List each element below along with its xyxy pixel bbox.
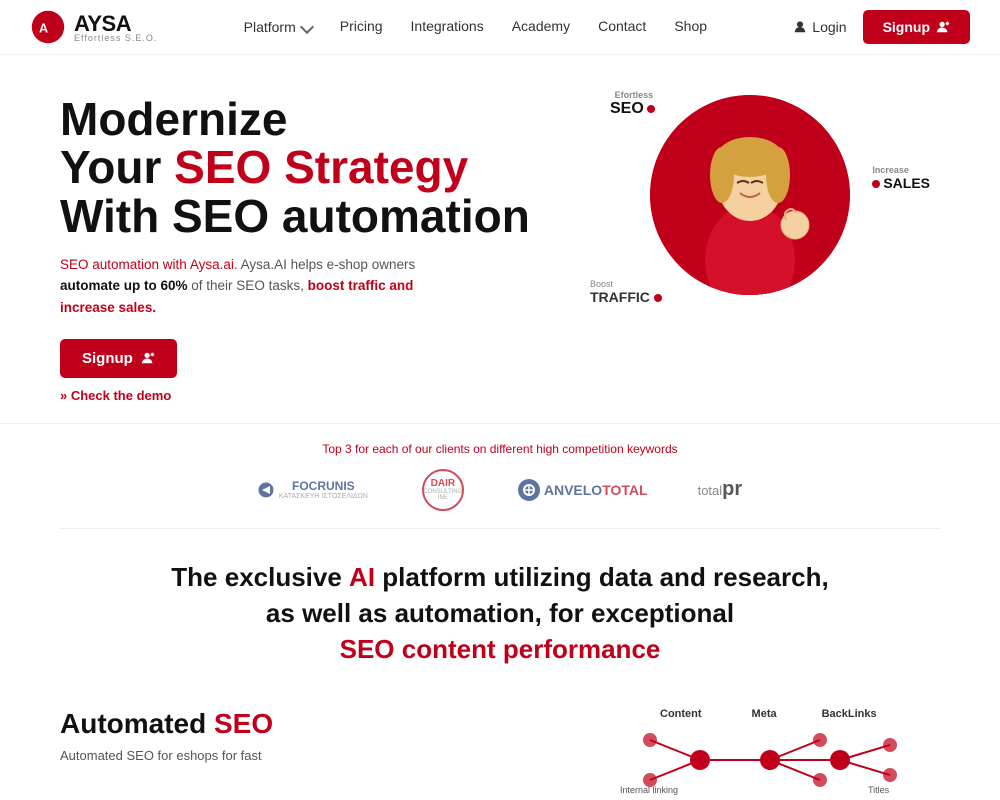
navbar: A AYSA Effortless S.E.O. Platform Pricin…: [0, 0, 1000, 55]
ai-seo-performance: SEO content performance: [340, 634, 661, 664]
diagram-label-backlinks: BackLinks: [822, 708, 877, 720]
login-link[interactable]: Login: [793, 19, 846, 35]
badge-traffic: Boost TRAFFIC: [590, 279, 665, 305]
hero-description: SEO automation with Aysa.ai. Aysa.AI hel…: [60, 254, 440, 319]
hero-desc-aysa-link[interactable]: Aysa.ai: [190, 257, 234, 272]
svg-text:A: A: [39, 21, 48, 35]
anvelo-total-text: TOTAL: [602, 482, 647, 498]
hero-right: Efortless SEO: [560, 85, 940, 335]
diagram-label-content: Content: [660, 708, 702, 720]
badge-seo: Efortless SEO: [610, 90, 658, 118]
badge-seo-value: SEO: [610, 100, 644, 117]
sales-dot: [872, 180, 880, 188]
logo-anvelototal: ANVELOTOTAL: [518, 479, 648, 501]
anvelo-wheel-icon: [521, 482, 537, 498]
logo-icon: A: [30, 9, 66, 45]
auto-diagram: Content Meta BackLinks: [620, 708, 940, 788]
nav-link-academy[interactable]: Academy: [512, 18, 570, 34]
hero-image-circle: [650, 95, 850, 295]
user-icon: [793, 20, 807, 34]
hero-title-line3: With SEO automation: [60, 190, 530, 242]
badge-sales-label: Increase: [872, 165, 930, 175]
nav-item-integrations[interactable]: Integrations: [411, 18, 484, 36]
diagram-body: Internal linking Titles: [620, 725, 940, 785]
logo-dair: DAIR CONSULTING INE: [418, 470, 468, 510]
seo-dot: [647, 105, 655, 113]
diagram-labels: Content Meta BackLinks: [620, 708, 940, 720]
totalpr-pr: pr: [722, 478, 742, 500]
nav-link-integrations[interactable]: Integrations: [411, 18, 484, 34]
hero-signup-button[interactable]: Signup: [60, 339, 177, 378]
nav-right: Login Signup: [793, 10, 970, 44]
focrunis-icon: [258, 482, 274, 498]
hero-title-line1: Modernize: [60, 93, 287, 145]
logo-totalpr: totalpr: [698, 478, 743, 501]
check-demo-link[interactable]: Check the demo: [60, 388, 560, 403]
anvelo-icon: [518, 479, 540, 501]
auto-title: Automated SEO: [60, 708, 580, 740]
logo-sub: Effortless S.E.O.: [74, 33, 157, 43]
diagram-svg: Internal linking Titles: [620, 725, 920, 795]
nav-item-shop[interactable]: Shop: [674, 18, 707, 36]
badge-sales: Increase SALES: [872, 165, 930, 191]
focrunis-text: FOCRUNIS: [279, 479, 368, 493]
hero-desc-bold: automate up to 60%: [60, 278, 188, 293]
hero-left: Modernize Your SEO Strategy With SEO aut…: [60, 85, 560, 403]
nav-link-platform[interactable]: Platform: [244, 19, 312, 35]
login-label: Login: [812, 19, 846, 35]
ai-section: The exclusive AI platform utilizing data…: [0, 529, 1000, 688]
logos-title: Top 3 for each of our clients on differe…: [60, 442, 940, 456]
totalpr-text: totalpr: [698, 478, 743, 501]
logos-keyword-highlight: keywords: [627, 442, 678, 456]
nav-links: Platform Pricing Integrations Academy Co…: [244, 18, 707, 36]
ai-title: The exclusive AI platform utilizing data…: [160, 559, 840, 668]
dair-circle: DAIR CONSULTING INE: [422, 469, 464, 511]
dair-sub: CONSULTING INE: [423, 489, 462, 501]
hero-person-svg: [650, 95, 850, 295]
auto-section: Automated SEO Automated SEO for eshops f…: [0, 688, 1000, 788]
chevron-down-icon: [300, 20, 314, 34]
nav-item-platform[interactable]: Platform: [244, 19, 312, 35]
auto-title-red: SEO: [214, 708, 273, 739]
nav-link-shop[interactable]: Shop: [674, 18, 707, 34]
badge-sales-value: SALES: [883, 175, 930, 191]
signup-icon: [936, 20, 950, 34]
hero-title-line2-red: SEO Strategy: [174, 141, 468, 193]
auto-subtitle: Automated SEO for eshops for fast: [60, 748, 400, 763]
diagram-label-meta: Meta: [752, 708, 777, 720]
logos-row: FOCRUNIS ΚΑΤΑΣΚΕΥΗ ΙΣΤΟΣΕΛΙΔΩΝ DAIR CONS…: [60, 470, 940, 510]
logo[interactable]: A AYSA Effortless S.E.O.: [30, 9, 157, 45]
hero-title: Modernize Your SEO Strategy With SEO aut…: [60, 95, 560, 240]
hero-section: Modernize Your SEO Strategy With SEO aut…: [0, 55, 1000, 423]
svg-text:Titles: Titles: [868, 785, 890, 795]
traffic-dot: [654, 294, 662, 302]
logo-focrunis: FOCRUNIS ΚΑΤΑΣΚΕΥΗ ΙΣΤΟΣΕΛΙΔΩΝ: [258, 479, 368, 500]
ai-keyword: AI: [349, 562, 375, 592]
svg-text:Internal linking: Internal linking: [620, 785, 678, 795]
hero-title-line2-plain: Your: [60, 141, 174, 193]
hero-signup-icon: [141, 351, 155, 365]
logos-section: Top 3 for each of our clients on differe…: [0, 423, 1000, 528]
badge-traffic-value: TRAFFIC: [590, 289, 650, 305]
nav-item-pricing[interactable]: Pricing: [340, 18, 383, 36]
hero-cta: Signup Check the demo: [60, 339, 560, 403]
dair-text: DAIR: [423, 478, 462, 489]
nav-item-contact[interactable]: Contact: [598, 18, 646, 36]
nav-link-pricing[interactable]: Pricing: [340, 18, 383, 34]
signup-button[interactable]: Signup: [863, 10, 970, 44]
focrunis-sub: ΚΑΤΑΣΚΕΥΗ ΙΣΤΟΣΕΛΙΔΩΝ: [279, 493, 368, 500]
nav-item-academy[interactable]: Academy: [512, 18, 570, 36]
nav-link-contact[interactable]: Contact: [598, 18, 646, 34]
anvelo-text: ANVELOTOTAL: [544, 482, 648, 498]
hero-desc-seo-link[interactable]: SEO automation with: [60, 257, 190, 272]
badge-traffic-label: Boost: [590, 279, 665, 289]
auto-left: Automated SEO Automated SEO for eshops f…: [60, 708, 580, 763]
